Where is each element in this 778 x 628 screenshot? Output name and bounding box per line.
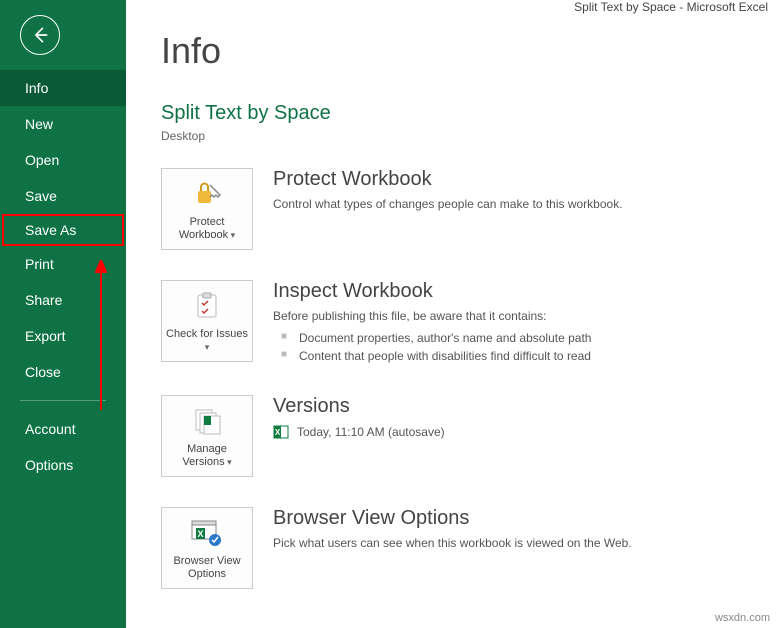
- back-button[interactable]: [20, 15, 60, 55]
- watermark: wsxdn.com: [715, 612, 770, 624]
- chevron-down-icon: ▾: [228, 230, 235, 240]
- document-location: Desktop: [161, 129, 743, 143]
- tile-label: Check for Issues: [166, 328, 248, 340]
- manage-versions-tile[interactable]: Manage Versions ▾: [161, 395, 253, 477]
- browser-desc: Pick what users can see when this workbo…: [273, 536, 743, 550]
- sidebar-divider: [20, 400, 106, 401]
- version-text: Today, 11:10 AM (autosave): [297, 425, 445, 439]
- sidebar-item-close[interactable]: Close: [0, 354, 126, 390]
- document-title: Split Text by Space: [161, 102, 743, 125]
- inspect-bullet: Content that people with disabilities fi…: [273, 347, 743, 365]
- chevron-down-icon: ▾: [225, 457, 232, 467]
- inspect-section: Check for Issues ▾ Inspect Workbook Befo…: [161, 280, 743, 365]
- backstage-sidebar: Info New Open Save Save As Print Share E…: [0, 0, 126, 628]
- tile-label: Browser View Options: [173, 555, 240, 580]
- browser-view-icon: X: [190, 515, 224, 551]
- svg-text:X: X: [197, 529, 203, 539]
- inspect-bullets: Document properties, author's name and a…: [273, 329, 743, 365]
- version-entry[interactable]: X Today, 11:10 AM (autosave): [273, 424, 743, 440]
- browser-title: Browser View Options: [273, 507, 743, 530]
- sidebar-item-save-as[interactable]: Save As: [2, 214, 124, 246]
- lock-key-icon: [192, 176, 222, 212]
- protect-workbook-tile[interactable]: Protect Workbook ▾: [161, 168, 253, 250]
- sidebar-item-options[interactable]: Options: [0, 447, 126, 483]
- excel-file-icon: X: [273, 424, 289, 440]
- sidebar-item-info[interactable]: Info: [0, 70, 126, 106]
- sidebar-item-print[interactable]: Print: [0, 246, 126, 282]
- page-heading: Info: [161, 30, 743, 72]
- back-arrow-icon: [30, 25, 50, 45]
- checklist-icon: [192, 288, 222, 324]
- main-content: Info Split Text by Space Desktop Protect…: [126, 0, 778, 628]
- protect-desc: Control what types of changes people can…: [273, 197, 743, 211]
- sidebar-item-save[interactable]: Save: [0, 178, 126, 214]
- inspect-desc: Before publishing this file, be aware th…: [273, 309, 743, 323]
- protect-section: Protect Workbook ▾ Protect Workbook Cont…: [161, 168, 743, 250]
- inspect-title: Inspect Workbook: [273, 280, 743, 303]
- browser-view-section: X Browser View Options Browser View Opti…: [161, 507, 743, 589]
- sidebar-item-share[interactable]: Share: [0, 282, 126, 318]
- chevron-down-icon: ▾: [205, 342, 210, 352]
- inspect-bullet: Document properties, author's name and a…: [273, 329, 743, 347]
- app-container: Info New Open Save Save As Print Share E…: [0, 0, 778, 628]
- sidebar-item-export[interactable]: Export: [0, 318, 126, 354]
- browser-view-tile[interactable]: X Browser View Options: [161, 507, 253, 589]
- versions-icon: [192, 403, 222, 439]
- tile-label: Manage Versions: [182, 443, 227, 468]
- versions-title: Versions: [273, 395, 743, 418]
- sidebar-item-open[interactable]: Open: [0, 142, 126, 178]
- check-issues-tile[interactable]: Check for Issues ▾: [161, 280, 253, 362]
- svg-text:X: X: [275, 428, 281, 437]
- versions-section: Manage Versions ▾ Versions X Today, 11:1…: [161, 395, 743, 477]
- sidebar-item-new[interactable]: New: [0, 106, 126, 142]
- protect-title: Protect Workbook: [273, 168, 743, 191]
- sidebar-item-account[interactable]: Account: [0, 411, 126, 447]
- tile-label: Protect Workbook: [179, 216, 228, 241]
